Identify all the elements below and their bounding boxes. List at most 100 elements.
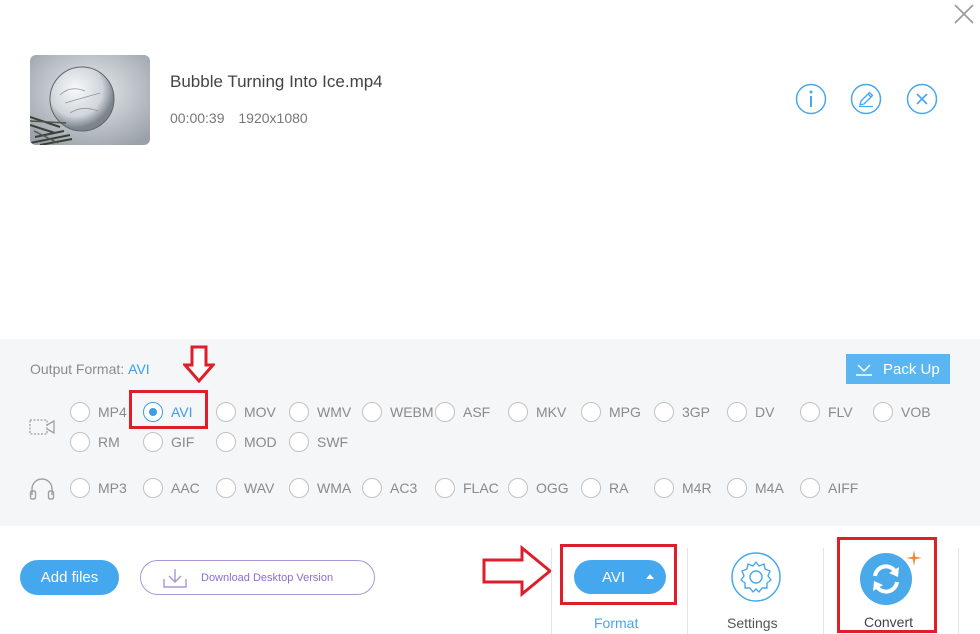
format-option-ogg[interactable]: OGG bbox=[508, 477, 569, 499]
pack-up-button[interactable]: Pack Up bbox=[846, 354, 950, 384]
info-icon[interactable] bbox=[795, 83, 827, 115]
radio-selected-icon bbox=[143, 402, 163, 422]
format-label: MP4 bbox=[98, 404, 127, 420]
format-option-flac[interactable]: FLAC bbox=[435, 477, 499, 499]
radio-icon bbox=[143, 478, 163, 498]
format-dropdown-value: AVI bbox=[602, 568, 626, 586]
radio-icon bbox=[289, 478, 309, 498]
format-option-m4a[interactable]: M4A bbox=[727, 477, 784, 499]
format-label: MP3 bbox=[98, 480, 127, 496]
format-option-mod[interactable]: MOD bbox=[216, 431, 277, 453]
format-dropdown[interactable]: AVI bbox=[574, 560, 666, 594]
divider bbox=[687, 548, 688, 634]
output-format-label: Output Format: AVI bbox=[30, 361, 150, 377]
format-option-rm[interactable]: RM bbox=[70, 431, 120, 453]
close-icon[interactable] bbox=[952, 2, 976, 26]
format-label: AAC bbox=[171, 480, 200, 496]
radio-icon bbox=[654, 402, 674, 422]
format-label: MOD bbox=[244, 434, 277, 450]
format-option-mkv[interactable]: MKV bbox=[508, 401, 566, 423]
format-option-gif[interactable]: GIF bbox=[143, 431, 194, 453]
format-option-aac[interactable]: AAC bbox=[143, 477, 200, 499]
format-label: MOV bbox=[244, 404, 276, 420]
divider bbox=[958, 548, 959, 634]
format-label: WMA bbox=[317, 480, 352, 496]
output-format-value: AVI bbox=[128, 361, 150, 377]
settings-icon[interactable] bbox=[730, 551, 782, 603]
format-label: WMV bbox=[317, 404, 352, 420]
format-panel: Output Format: AVI Pack Up MP4 AVI MOV WM… bbox=[0, 339, 980, 526]
radio-icon bbox=[362, 478, 382, 498]
sparkle-icon bbox=[906, 550, 922, 566]
radio-icon bbox=[654, 478, 674, 498]
file-resolution: 1920x1080 bbox=[238, 110, 308, 126]
format-option-mp3[interactable]: MP3 bbox=[70, 477, 127, 499]
download-desktop-button[interactable]: Download Desktop Version bbox=[140, 560, 375, 595]
radio-icon bbox=[873, 402, 893, 422]
format-option-wma[interactable]: WMA bbox=[289, 477, 351, 499]
annotation-right-arrow-icon bbox=[482, 545, 553, 597]
divider bbox=[551, 548, 552, 634]
download-desktop-label: Download Desktop Version bbox=[201, 571, 334, 584]
radio-icon bbox=[70, 432, 90, 452]
divider bbox=[823, 548, 824, 634]
add-files-button[interactable]: Add files bbox=[20, 560, 119, 595]
format-option-ac3[interactable]: AC3 bbox=[362, 477, 417, 499]
format-option-webm[interactable]: WEBM bbox=[362, 401, 434, 423]
format-option-m4r[interactable]: M4R bbox=[654, 477, 712, 499]
radio-icon bbox=[581, 402, 601, 422]
format-label: AIFF bbox=[828, 480, 859, 496]
format-option-dv[interactable]: DV bbox=[727, 401, 774, 423]
convert-button[interactable] bbox=[860, 553, 912, 605]
radio-icon bbox=[362, 402, 382, 422]
radio-icon bbox=[289, 402, 309, 422]
radio-icon bbox=[143, 432, 163, 452]
edit-icon[interactable] bbox=[850, 83, 882, 115]
file-duration: 00:00:39 bbox=[170, 110, 225, 126]
format-label: M4A bbox=[755, 480, 784, 496]
format-label: SWF bbox=[317, 434, 349, 450]
radio-icon bbox=[727, 478, 747, 498]
file-meta: 00:00:39 1920x1080 bbox=[170, 110, 308, 126]
format-option-asf[interactable]: ASF bbox=[435, 401, 490, 423]
radio-icon bbox=[508, 402, 528, 422]
format-label: M4R bbox=[682, 480, 712, 496]
settings-label: Settings bbox=[727, 615, 778, 631]
format-label: AC3 bbox=[390, 480, 418, 496]
format-label: Format bbox=[594, 615, 639, 631]
format-option-aiff[interactable]: AIFF bbox=[800, 477, 858, 499]
radio-icon bbox=[508, 478, 528, 498]
video-formats-icon bbox=[29, 419, 55, 435]
format-label: WAV bbox=[244, 480, 275, 496]
format-label: ASF bbox=[463, 404, 491, 420]
format-label: 3GP bbox=[682, 404, 711, 420]
format-label: RM bbox=[98, 434, 120, 450]
remove-icon[interactable] bbox=[906, 83, 938, 115]
radio-icon bbox=[216, 478, 236, 498]
format-option-wmv[interactable]: WMV bbox=[289, 401, 351, 423]
format-option-wav[interactable]: WAV bbox=[216, 477, 274, 499]
radio-icon bbox=[727, 402, 747, 422]
format-option-ra[interactable]: RA bbox=[581, 477, 628, 499]
format-label: MPG bbox=[609, 404, 641, 420]
format-label: FLV bbox=[828, 404, 853, 420]
convert-icon bbox=[873, 564, 899, 594]
annotation-down-arrow-icon bbox=[183, 345, 215, 383]
format-option-avi[interactable]: AVI bbox=[143, 401, 193, 423]
radio-icon bbox=[581, 478, 601, 498]
format-option-3gp[interactable]: 3GP bbox=[654, 401, 710, 423]
format-label: AVI bbox=[171, 404, 193, 420]
format-option-mpg[interactable]: MPG bbox=[581, 401, 641, 423]
radio-icon bbox=[70, 478, 90, 498]
format-label: MKV bbox=[536, 404, 567, 420]
download-icon bbox=[163, 568, 187, 588]
radio-icon bbox=[216, 432, 236, 452]
format-option-mov[interactable]: MOV bbox=[216, 401, 276, 423]
format-option-mp4[interactable]: MP4 bbox=[70, 401, 127, 423]
radio-icon bbox=[800, 478, 820, 498]
format-option-swf[interactable]: SWF bbox=[289, 431, 348, 453]
caret-up-icon bbox=[646, 574, 654, 579]
format-option-flv[interactable]: FLV bbox=[800, 401, 853, 423]
format-option-vob[interactable]: VOB bbox=[873, 401, 931, 423]
radio-icon bbox=[216, 402, 236, 422]
